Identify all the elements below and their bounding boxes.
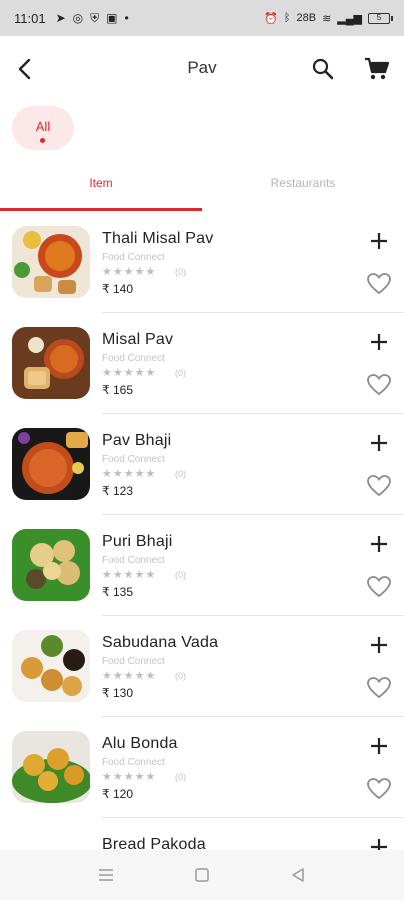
food-image xyxy=(12,428,90,500)
item-name: Pav Bhaji xyxy=(102,432,172,449)
system-nav-bar xyxy=(0,850,404,900)
item-name: Misal Pav xyxy=(102,331,174,348)
rating-stars: ★★★★★ xyxy=(102,266,157,278)
alarm-icon: ⏰ xyxy=(264,12,278,25)
food-image xyxy=(12,731,90,803)
wifi-icon: ≋ xyxy=(322,12,332,25)
heart-outline-icon[interactable] xyxy=(366,272,392,296)
filter-chip-label: All xyxy=(35,119,51,134)
list-item[interactable]: Pav Bhaji Food Connect ★★★★★ (0) ₹ 123 xyxy=(0,414,404,515)
rating-stars: ★★★★★ xyxy=(102,670,157,682)
list-item[interactable]: Sabudana Vada Food Connect ★★★★★ (0) ₹ 1… xyxy=(0,616,404,717)
item-price: ₹ 140 xyxy=(102,282,133,296)
search-icon[interactable] xyxy=(308,54,338,84)
plus-icon[interactable] xyxy=(366,329,392,355)
tab-restaurants[interactable]: Restaurants xyxy=(202,164,404,212)
item-price: ₹ 130 xyxy=(102,686,133,700)
item-name: Puri Bhaji xyxy=(102,533,173,550)
battery-level: 5 xyxy=(376,12,382,22)
item-price: ₹ 165 xyxy=(102,383,133,397)
whatsapp-icon: ▣ xyxy=(106,11,118,25)
tab-bar: Item Restaurants xyxy=(0,164,404,212)
item-price: ₹ 120 xyxy=(102,787,133,801)
item-name: Bread Pakoda xyxy=(102,836,206,850)
page-title: Pav xyxy=(187,58,217,77)
food-image xyxy=(12,226,90,298)
filter-chip-all[interactable]: All xyxy=(12,106,74,150)
rating-stars: ★★★★★ xyxy=(102,468,157,480)
heart-outline-icon[interactable] xyxy=(366,373,392,397)
heart-outline-icon[interactable] xyxy=(366,676,392,700)
review-count: (0) xyxy=(175,368,186,378)
heart-outline-icon[interactable] xyxy=(366,575,392,599)
data-speed-label: 28B xyxy=(296,12,317,24)
restaurant-name: Food Connect xyxy=(102,656,165,667)
plus-icon[interactable] xyxy=(366,531,392,557)
cart-icon[interactable] xyxy=(362,54,392,84)
list-item[interactable]: Misal Pav Food Connect ★★★★★ (0) ₹ 165 xyxy=(0,313,404,414)
item-list: Thali Misal Pav Food Connect ★★★★★ (0) ₹… xyxy=(0,212,404,850)
restaurant-name: Food Connect xyxy=(102,454,165,465)
dot-icon: • xyxy=(124,11,129,25)
restaurant-name: Food Connect xyxy=(102,252,165,263)
item-price: ₹ 135 xyxy=(102,585,133,599)
bluetooth-icon: ᛒ xyxy=(283,12,291,24)
home-square-icon[interactable] xyxy=(192,865,212,885)
plus-icon[interactable] xyxy=(366,733,392,759)
shield-icon: ⛨ xyxy=(90,10,100,25)
review-count: (0) xyxy=(175,772,186,782)
status-time: 11:01 xyxy=(14,10,46,26)
plus-icon[interactable] xyxy=(366,834,392,850)
menu-icon[interactable] xyxy=(96,865,116,885)
tab-indicator xyxy=(0,208,202,211)
item-name: Thali Misal Pav xyxy=(102,230,214,247)
plus-icon[interactable] xyxy=(366,430,392,456)
heart-outline-icon[interactable] xyxy=(366,474,392,498)
heart-outline-icon[interactable] xyxy=(366,777,392,801)
restaurant-name: Food Connect xyxy=(102,555,165,566)
food-image xyxy=(12,529,90,601)
signal-icon: ▂▄▆ xyxy=(337,12,362,25)
food-image xyxy=(12,327,90,399)
review-count: (0) xyxy=(175,469,186,479)
plus-icon[interactable] xyxy=(366,228,392,254)
review-count: (0) xyxy=(175,570,186,580)
rating-stars: ★★★★★ xyxy=(102,569,157,581)
rating-stars: ★★★★★ xyxy=(102,771,157,783)
food-image xyxy=(12,832,90,850)
tab-item[interactable]: Item xyxy=(0,164,202,212)
app-bar: Pav xyxy=(0,36,404,100)
review-count: (0) xyxy=(175,267,186,277)
rating-stars: ★★★★★ xyxy=(102,367,157,379)
list-item[interactable]: Alu Bonda Food Connect ★★★★★ (0) ₹ 120 xyxy=(0,717,404,818)
telegram-icon: ➤ xyxy=(55,11,66,25)
review-count: (0) xyxy=(175,671,186,681)
list-item[interactable]: Thali Misal Pav Food Connect ★★★★★ (0) ₹… xyxy=(0,212,404,313)
back-triangle-icon[interactable] xyxy=(288,865,308,885)
plus-icon[interactable] xyxy=(366,632,392,658)
system-icons: ⏰ ᛒ 28B ≋ ▂▄▆ 5 xyxy=(264,12,393,25)
notification-icons: ➤ ◎ ⛨ ▣ • xyxy=(56,11,129,26)
restaurant-name: Food Connect xyxy=(102,757,165,768)
item-name: Alu Bonda xyxy=(102,735,178,752)
selected-dot xyxy=(40,138,45,143)
status-bar: 11:01 ➤ ◎ ⛨ ▣ • ⏰ ᛒ 28B ≋ ▂▄▆ 5 xyxy=(0,0,404,36)
list-item[interactable]: Bread Pakoda xyxy=(0,818,404,850)
food-image xyxy=(12,630,90,702)
restaurant-name: Food Connect xyxy=(102,353,165,364)
item-name: Sabudana Vada xyxy=(102,634,219,651)
app-icon: ◎ xyxy=(72,11,84,25)
item-price: ₹ 123 xyxy=(102,484,133,498)
list-item[interactable]: Puri Bhaji Food Connect ★★★★★ (0) ₹ 135 xyxy=(0,515,404,616)
battery-icon: 5 xyxy=(368,12,393,24)
